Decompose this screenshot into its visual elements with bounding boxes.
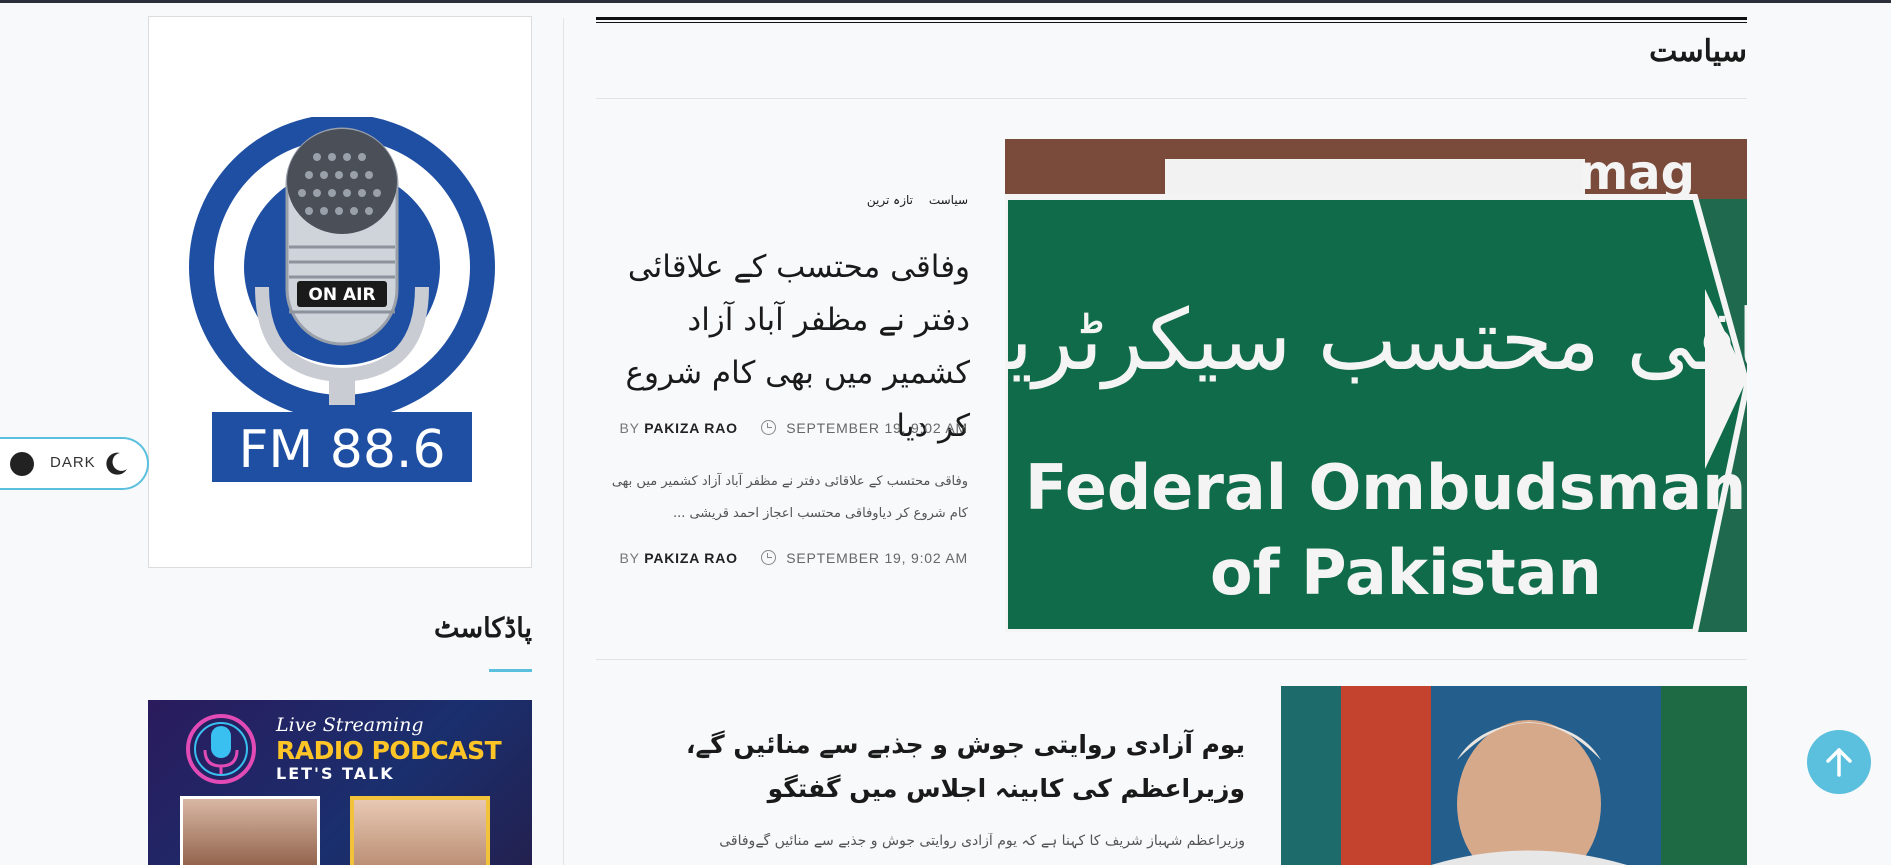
arrow-up-icon xyxy=(1826,748,1852,777)
article-excerpt: وفاقی محتسب کے علاقائی دفتر نے مظفر آباد… xyxy=(611,474,968,521)
section-header-lines xyxy=(596,17,1747,23)
sidebar-divider xyxy=(563,18,564,865)
section-divider xyxy=(596,98,1747,99)
category-link[interactable]: سیاست xyxy=(929,193,968,207)
podcast-banner-script: Live Streaming xyxy=(276,714,424,736)
toggle-dot-icon xyxy=(10,452,34,476)
sign-english-line2: of Pakistan xyxy=(1210,536,1602,609)
article-divider xyxy=(596,659,1747,660)
section-title: سیاست xyxy=(1649,34,1747,69)
podcast-banner-title: RADIO PODCAST xyxy=(276,736,502,765)
dark-mode-label: DARK xyxy=(50,454,96,471)
article-image[interactable]: mag وفاقی محتسب سیکرٹریٹ Federal Ombudsm… xyxy=(1005,139,1747,632)
radio-fm-logo: ON AIR FM 88.6 xyxy=(189,117,495,482)
article-image[interactable] xyxy=(1281,686,1747,865)
radio-widget[interactable]: ON AIR FM 88.6 xyxy=(148,16,532,568)
article-date: SEPTEMBER 19, 9:02 AM xyxy=(786,420,968,436)
by-label: BY xyxy=(619,550,640,566)
dark-mode-toggle[interactable]: DARK xyxy=(0,437,149,490)
article-meta: BY PAKIZA RAO SEPTEMBER 19, 9:02 AM xyxy=(600,420,968,436)
host-photo xyxy=(180,796,320,865)
author-link[interactable]: PAKIZA RAO xyxy=(644,420,738,436)
on-air-badge: ON AIR xyxy=(308,285,375,305)
clock-icon xyxy=(760,420,776,435)
microphone-icon xyxy=(186,714,256,784)
article-title[interactable]: یوم آزادی روایتی جوش و جذبے سے منائیں گے… xyxy=(598,723,1245,811)
sign-urdu-text: وفاقی محتسب سیکرٹریٹ xyxy=(1005,291,1747,390)
sign-corner-text: mag xyxy=(1578,145,1695,201)
ombudsman-sign-image: mag وفاقی محتسب سیکرٹریٹ Federal Ombudsm… xyxy=(1005,139,1747,632)
article-categories: سیاست تازہ ترین xyxy=(800,193,968,207)
guest-photo xyxy=(350,796,490,865)
article-excerpt: وزیراعظم شہباز شریف کا کہنا ہے کہ یوم آز… xyxy=(719,833,1245,849)
podcast-heading-underline xyxy=(489,669,532,672)
podcast-banner-subtitle: LET'S TALK xyxy=(276,764,395,783)
radio-frequency: FM 88.6 xyxy=(238,420,445,480)
prime-minister-photo xyxy=(1281,686,1747,865)
sign-english-line1: Federal Ombudsman xyxy=(1025,451,1746,524)
scroll-to-top-button[interactable] xyxy=(1807,730,1871,794)
clock-icon xyxy=(760,550,776,565)
moon-icon xyxy=(106,452,127,475)
article-meta: BY PAKIZA RAO SEPTEMBER 19, 9:02 AM xyxy=(600,550,968,566)
by-label: BY xyxy=(619,420,640,436)
article-date: SEPTEMBER 19, 9:02 AM xyxy=(786,550,968,566)
top-border xyxy=(0,0,1891,3)
author-link[interactable]: PAKIZA RAO xyxy=(644,550,738,566)
podcast-heading: پاڈکاسٹ xyxy=(434,613,532,644)
category-link[interactable]: تازہ ترین xyxy=(867,193,913,207)
podcast-banner[interactable]: Live Streaming RADIO PODCAST LET'S TALK xyxy=(148,700,532,865)
